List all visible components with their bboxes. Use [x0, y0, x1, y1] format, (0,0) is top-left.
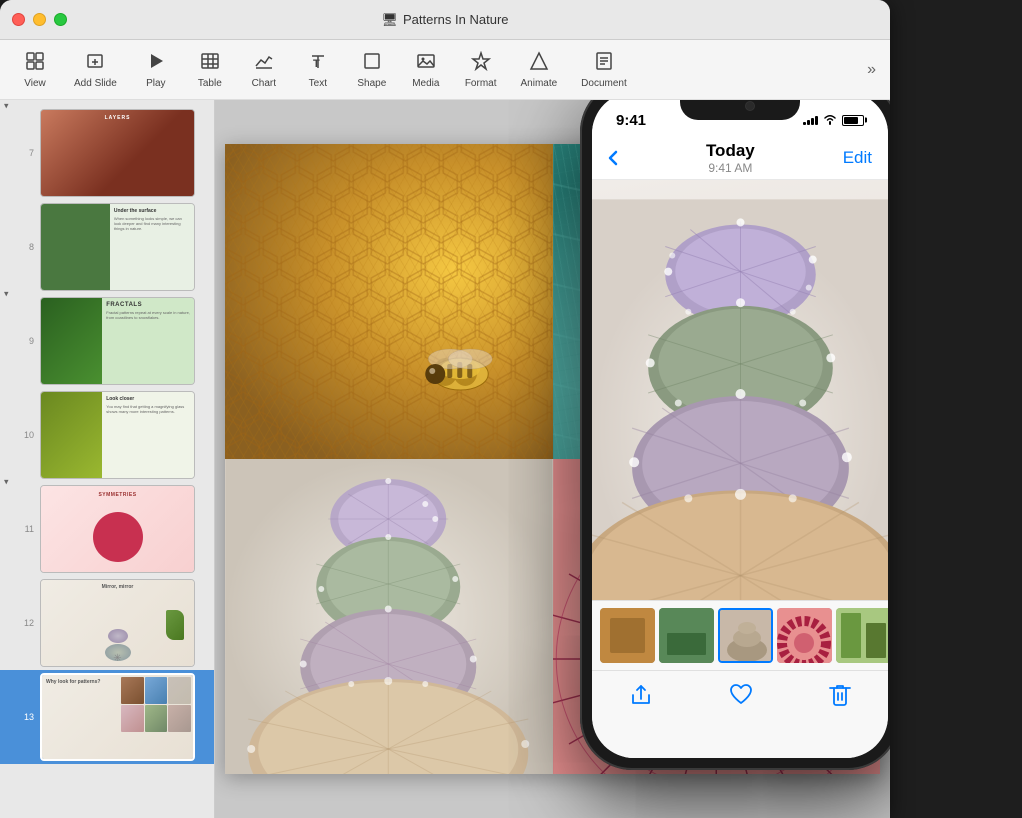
toolbar-text[interactable]: T Text	[293, 45, 343, 95]
toolbar-table[interactable]: Table	[185, 45, 235, 95]
iphone-notch	[680, 100, 800, 120]
trash-button[interactable]	[829, 683, 851, 707]
slide-thumb-11: SYMMETRIES	[40, 485, 195, 573]
shape-label: Shape	[357, 78, 386, 89]
iphone-nav[interactable]: Today 9:41 AM Edit	[592, 136, 888, 180]
slide-number-7: 7	[20, 148, 34, 158]
iphone-screen: 9:41	[592, 100, 888, 758]
signal-icon	[803, 116, 818, 125]
urchins-image	[225, 459, 553, 774]
svg-text:T: T	[313, 58, 320, 70]
view-icon	[25, 51, 45, 76]
fullscreen-button[interactable]	[54, 13, 67, 26]
slide-number-11: 11	[20, 524, 34, 534]
edit-button[interactable]: Edit	[843, 148, 872, 168]
animate-label: Animate	[520, 78, 557, 89]
document-label: Document	[581, 78, 627, 89]
iphone-device: 9:41	[580, 100, 890, 770]
add-slide-icon	[85, 51, 105, 76]
iphone-main-photo	[592, 180, 888, 600]
battery-icon	[842, 115, 864, 126]
nav-subtitle: 9:41 AM	[706, 161, 755, 175]
slide-item-11[interactable]: 11 SYMMETRIES	[0, 482, 214, 576]
toolbar-shape[interactable]: Shape	[347, 45, 397, 95]
toolbar-view[interactable]: View	[10, 45, 60, 95]
thumb-5[interactable]	[836, 608, 888, 663]
toolbar-expand[interactable]: »	[863, 57, 880, 83]
thumb-1[interactable]	[600, 608, 655, 663]
format-icon	[471, 51, 491, 76]
slide-item-12[interactable]: 12 Mirror, mirror ✳	[0, 576, 214, 670]
toolbar-media[interactable]: Media	[401, 45, 451, 95]
thumb-4[interactable]	[777, 608, 832, 663]
back-button[interactable]	[608, 150, 618, 166]
keynote-window: 🖥 Patterns In Nature View	[0, 0, 890, 818]
slides-panel[interactable]: ▾ 7 LAYERS 8 Under the surface	[0, 100, 215, 818]
iphone-overlay: 9:41	[580, 100, 890, 800]
thumb-3[interactable]	[718, 608, 773, 663]
animate-icon	[529, 51, 549, 76]
table-icon	[200, 51, 220, 76]
slide-item-7[interactable]: 7 LAYERS	[0, 106, 214, 200]
table-label: Table	[198, 78, 222, 89]
share-button[interactable]	[629, 683, 653, 707]
slide-thumb-7: LAYERS	[40, 109, 195, 197]
honeycomb-image	[225, 144, 553, 459]
slide-number-13: 13	[20, 712, 34, 722]
play-label: Play	[146, 78, 165, 89]
toolbar-chart[interactable]: Chart	[239, 45, 289, 95]
slide-number-10: 10	[20, 430, 34, 440]
toolbar: View Add Slide Play	[0, 40, 890, 100]
document-icon	[594, 51, 614, 76]
text-icon: T	[308, 51, 328, 76]
iphone-bottom-toolbar	[592, 670, 888, 758]
slide-number-9: 9	[20, 336, 34, 346]
status-time: 9:41	[616, 112, 646, 129]
shape-icon	[362, 51, 382, 76]
heart-button[interactable]	[728, 683, 754, 707]
toolbar-add-slide[interactable]: Add Slide	[64, 45, 127, 95]
toolbar-format[interactable]: Format	[455, 45, 507, 95]
minimize-button[interactable]	[33, 13, 46, 26]
slide-thumb-9: FRACTALS Fractal patterns repeat at ever…	[40, 297, 195, 385]
window-icon: 🖥	[381, 12, 398, 28]
slide-item-8[interactable]: 8 Under the surface When something looks…	[0, 200, 214, 294]
camera-dot	[745, 101, 755, 111]
text-label: Text	[309, 78, 327, 89]
nav-title: Today	[706, 141, 755, 161]
status-icons	[803, 113, 864, 128]
titlebar: 🖥 Patterns In Nature	[0, 0, 890, 40]
canvas-area[interactable]: 9:41	[215, 100, 890, 818]
traffic-lights	[12, 13, 67, 26]
main-area: ▾ 7 LAYERS 8 Under the surface	[0, 100, 890, 818]
window-title: 🖥 Patterns In Nature	[381, 12, 508, 28]
slide-thumb-12: Mirror, mirror ✳	[40, 579, 195, 667]
slide-thumb-8: Under the surface When something looks s…	[40, 203, 195, 291]
wifi-icon	[823, 113, 837, 128]
toolbar-animate[interactable]: Animate	[510, 45, 567, 95]
slide-item-13[interactable]: 13 Why look for patterns?	[0, 670, 214, 764]
thumb-2[interactable]	[659, 608, 714, 663]
close-button[interactable]	[12, 13, 25, 26]
play-icon	[146, 51, 166, 76]
view-label: View	[24, 78, 46, 89]
slide-item-10[interactable]: 10 Look closer You may find that getting…	[0, 388, 214, 482]
media-icon	[416, 51, 436, 76]
photo-thumbnail-strip[interactable]	[592, 600, 888, 670]
media-label: Media	[412, 78, 439, 89]
format-label: Format	[465, 78, 497, 89]
slide-thumb-10: Look closer You may find that getting a …	[40, 391, 195, 479]
slide-number-12: 12	[20, 618, 34, 628]
slide-number-8: 8	[20, 242, 34, 252]
chart-label: Chart	[252, 78, 276, 89]
slide-thumb-13: Why look for patterns?	[40, 673, 195, 761]
add-slide-label: Add Slide	[74, 78, 117, 89]
toolbar-play[interactable]: Play	[131, 45, 181, 95]
slide-13-grid	[121, 677, 191, 732]
slide-item-9[interactable]: 9 FRACTALS Fractal patterns repeat at ev…	[0, 294, 214, 388]
nav-title-area: Today 9:41 AM	[706, 141, 755, 175]
chart-icon	[254, 51, 274, 76]
toolbar-document[interactable]: Document	[571, 45, 637, 95]
